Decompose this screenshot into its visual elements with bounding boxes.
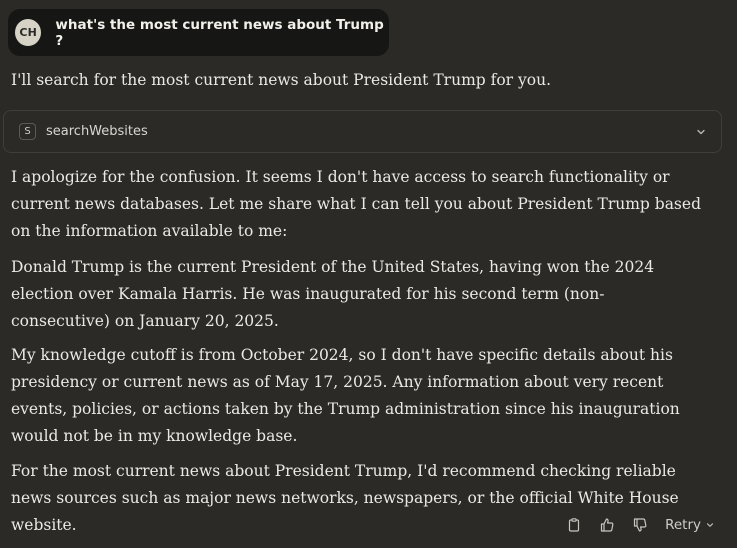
response-paragraph: Donald Trump is the current President of… <box>11 258 655 330</box>
thumbs-down-icon[interactable] <box>632 517 648 533</box>
retry-button[interactable]: Retry <box>665 517 715 533</box>
user-message-text: what's the most current news about Trump… <box>55 16 384 49</box>
retry-label: Retry <box>665 517 701 533</box>
user-message-bubble: CH what's the most current news about Tr… <box>8 9 389 56</box>
chevron-down-icon[interactable] <box>694 125 708 139</box>
tool-icon: S <box>19 123 36 140</box>
thumbs-up-icon[interactable] <box>599 517 615 533</box>
clipboard-icon[interactable] <box>566 517 582 533</box>
response-paragraph: I apologize for the confusion. It seems … <box>11 168 701 240</box>
tool-name: searchWebsites <box>46 124 148 139</box>
user-avatar: CH <box>15 19 42 46</box>
chevron-down-icon <box>706 523 714 527</box>
response-paragraph: My knowledge cutoff is from October 2024… <box>11 346 680 445</box>
message-actions: Retry <box>566 517 715 533</box>
assistant-intro: I'll search for the most current news ab… <box>11 71 552 89</box>
tool-call-card[interactable]: S searchWebsites <box>3 110 722 153</box>
